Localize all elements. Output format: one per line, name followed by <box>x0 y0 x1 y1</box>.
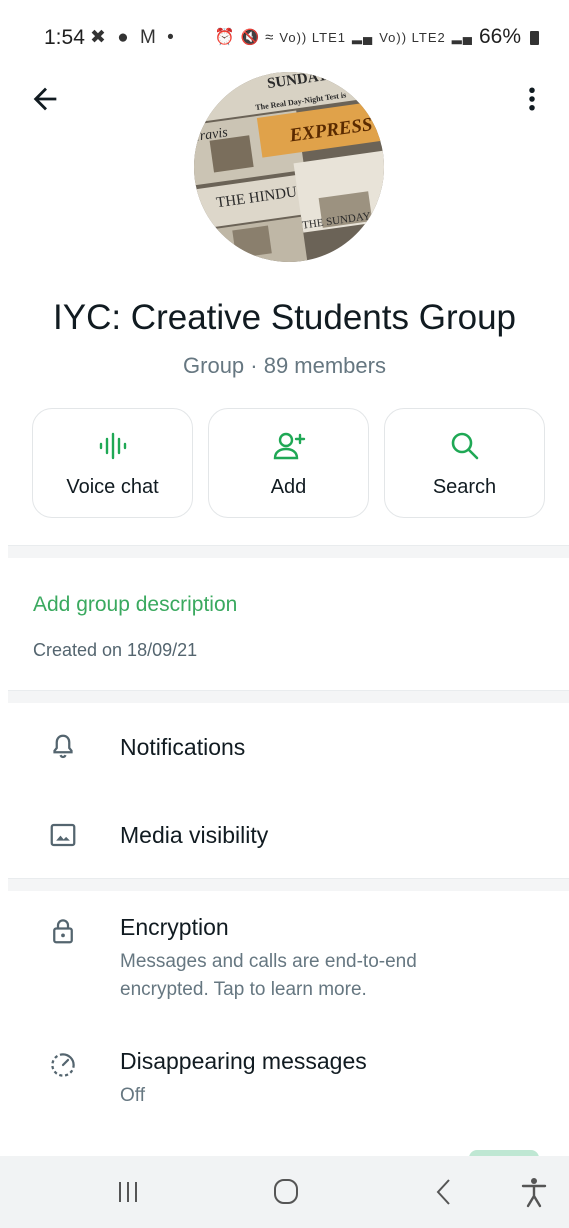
missed-call-icon: ✖ <box>90 27 109 48</box>
home-button[interactable] <box>266 1174 306 1210</box>
media-visibility-row[interactable]: Media visibility <box>0 806 569 866</box>
group-title[interactable]: IYC: Creative Students Group <box>0 298 569 338</box>
search-button[interactable]: Search <box>384 408 545 518</box>
search-icon <box>451 432 478 460</box>
signal-icon-2: ▂▄ <box>451 29 473 44</box>
disappearing-messages-row[interactable]: Disappearing messages Off <box>0 1038 569 1118</box>
image-icon <box>50 823 76 847</box>
add-member-button[interactable]: Add <box>208 408 369 518</box>
alarm-icon: ⏰ <box>214 29 235 46</box>
system-nav-bar <box>0 1156 569 1228</box>
battery-level: 66% <box>478 25 521 48</box>
wifi-icon: ≈ <box>265 28 274 46</box>
timer-icon <box>51 1053 75 1077</box>
network-label-1: Vo)) LTE1 <box>279 29 346 45</box>
add-person-icon <box>273 432 305 460</box>
action-buttons: Voice chat Add Search <box>32 408 546 520</box>
group-subtitle[interactable]: Group · 89 members <box>0 353 569 379</box>
chevron-left-icon <box>436 1179 450 1205</box>
encryption-description: Messages and calls are end-to-end encryp… <box>120 951 417 1000</box>
section-divider <box>8 545 569 558</box>
lock-icon <box>53 919 73 944</box>
add-label: Add <box>270 476 307 498</box>
encryption-row[interactable]: Encryption Messages and calls are end-to… <box>0 904 569 1012</box>
signal-icon-1: ▂▄ <box>351 29 374 44</box>
disappearing-messages-title: Disappearing messages <box>120 1048 367 1074</box>
arrow-left-icon <box>33 87 57 111</box>
voice-chat-button[interactable]: Voice chat <box>32 408 193 518</box>
voice-wave-icon <box>99 432 126 460</box>
status-right: ⏰ 🔇 ≈ Vo)) LTE1 ▂▄ Vo)) LTE2 ▂▄ 66% <box>215 25 539 49</box>
accessibility-icon <box>521 1178 547 1208</box>
more-options-button[interactable] <box>517 82 547 116</box>
notifications-row[interactable]: Notifications <box>0 718 569 778</box>
encryption-title: Encryption <box>120 914 229 940</box>
more-vert-icon <box>529 87 535 111</box>
notification-icons: ✖ ● M • <box>90 26 177 49</box>
back-button[interactable] <box>28 82 62 116</box>
media-visibility-label: Media visibility <box>120 822 269 848</box>
section-divider <box>8 878 569 891</box>
recent-apps-button[interactable] <box>108 1174 148 1210</box>
nav-back-button[interactable] <box>424 1174 464 1210</box>
voice-chat-label: Voice chat <box>66 476 159 498</box>
status-bar: 1:54 ✖ ● M • ⏰ 🔇 ≈ Vo)) LTE1 ▂▄ Vo)) LTE… <box>0 0 569 76</box>
mute-icon: 🔇 <box>240 29 260 46</box>
status-time: 1:54 <box>44 26 85 49</box>
network-label-2: Vo)) LTE2 <box>379 29 446 45</box>
group-avatar[interactable]: SUNDAY The Real Day-Night Test is Travis… <box>194 72 384 262</box>
add-description-link[interactable]: Add group description <box>33 593 237 617</box>
notifications-label: Notifications <box>120 734 246 760</box>
dot-icon: • <box>167 27 177 48</box>
section-divider <box>8 690 569 703</box>
bell-icon <box>53 734 73 759</box>
accessibility-button[interactable] <box>514 1174 554 1210</box>
battery-icon <box>530 31 539 45</box>
chat-bubble-icon: ● <box>117 27 132 48</box>
created-date: Created on 18/09/21 <box>33 640 198 660</box>
search-label: Search <box>432 476 497 498</box>
recent-apps-icon <box>119 1182 137 1202</box>
home-icon <box>274 1179 298 1204</box>
disappearing-messages-value: Off <box>120 1085 145 1106</box>
gmail-icon: M <box>139 27 159 48</box>
